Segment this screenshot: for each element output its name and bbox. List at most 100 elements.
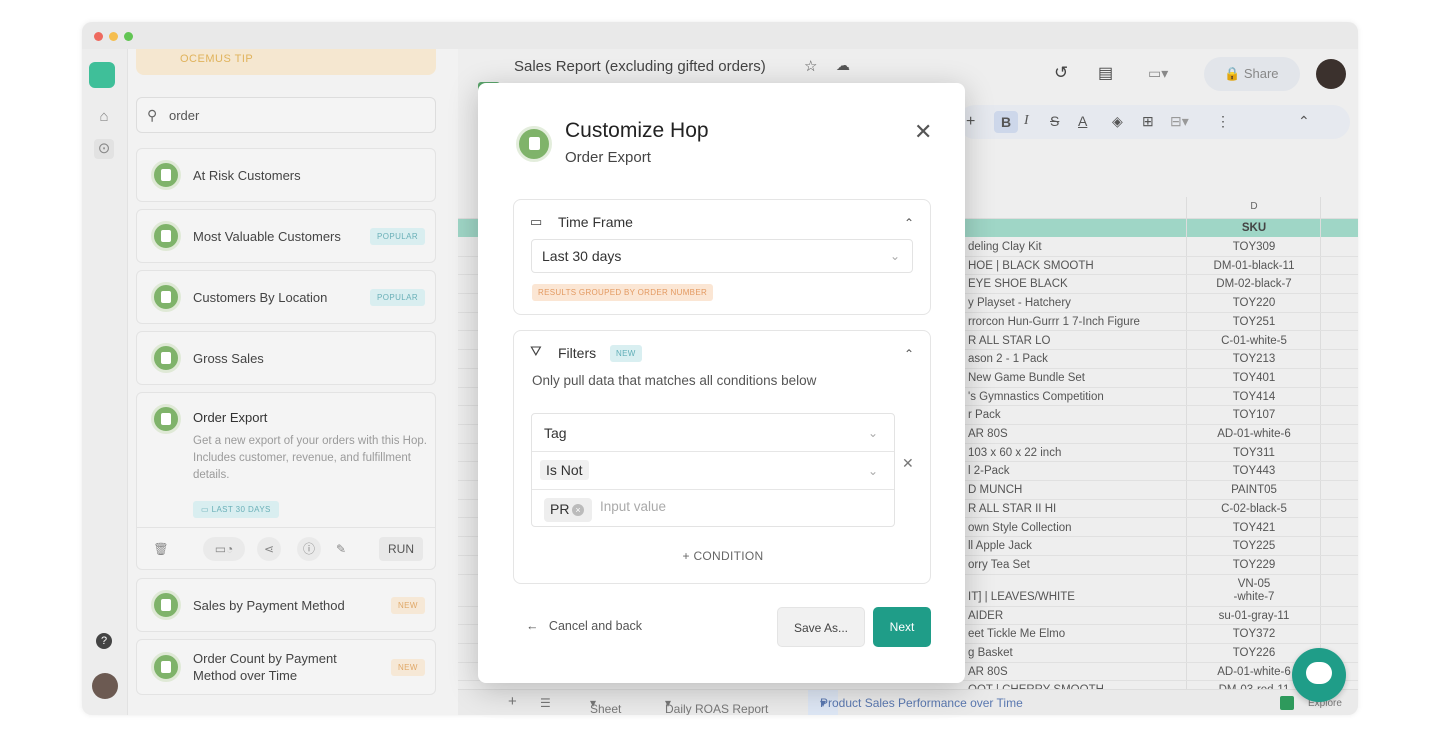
- merge-icon[interactable]: ⊟▾: [1170, 113, 1189, 130]
- add-sheet-icon[interactable]: +: [508, 693, 517, 710]
- all-sheets-icon[interactable]: ☰: [540, 696, 551, 710]
- user-avatar[interactable]: [1316, 59, 1346, 89]
- product-name-cell[interactable]: ll Apple Jack: [968, 540, 1032, 552]
- chat-bubble-button[interactable]: [1292, 648, 1346, 702]
- sku-cell[interactable]: DM-02-black-7: [1188, 278, 1320, 291]
- avatar[interactable]: [92, 673, 118, 699]
- history-icon[interactable]: ↺: [1054, 63, 1068, 83]
- tag-chip[interactable]: PR ×: [544, 498, 592, 522]
- product-name-cell[interactable]: R ALL STAR II HI: [968, 503, 1056, 515]
- next-button[interactable]: Next: [873, 607, 931, 647]
- product-name-cell[interactable]: AR 80S: [968, 428, 1008, 440]
- italic-icon[interactable]: I: [1024, 113, 1029, 129]
- share-icon[interactable]: ⋖: [257, 537, 281, 561]
- borders-icon[interactable]: ⊞: [1142, 113, 1154, 130]
- fill-color-icon[interactable]: ◈: [1112, 113, 1123, 130]
- run-button[interactable]: RUN: [379, 537, 423, 561]
- search-input[interactable]: ⚲ order: [136, 97, 436, 133]
- product-name-cell[interactable]: deling Clay Kit: [968, 241, 1042, 253]
- schedule-button[interactable]: ▭◔: [203, 537, 245, 561]
- time-frame-select[interactable]: Last 30 days ⌄: [531, 239, 913, 273]
- sku-cell[interactable]: TOY225: [1188, 540, 1320, 553]
- sku-cell[interactable]: TOY414: [1188, 391, 1320, 404]
- sku-cell[interactable]: AD-01-white-6: [1188, 428, 1320, 441]
- product-name-cell[interactable]: IT] | LEAVES/WHITE: [968, 591, 1075, 603]
- share-button[interactable]: 🔒 Share: [1204, 57, 1300, 91]
- cancel-back-button[interactable]: ← Cancel and back: [526, 619, 642, 633]
- product-name-cell[interactable]: y Playset - Hatchery: [968, 297, 1071, 309]
- condition-field-select[interactable]: Tag ⌄: [532, 414, 894, 452]
- remove-chip-icon[interactable]: ×: [572, 504, 584, 516]
- info-icon[interactable]: ⓘ: [297, 537, 321, 561]
- trash-icon[interactable]: 🗑: [151, 537, 171, 561]
- product-name-cell[interactable]: AIDER: [968, 610, 1003, 622]
- hop-card-at-risk[interactable]: At Risk Customers: [136, 148, 436, 202]
- product-name-cell[interactable]: l 2-Pack: [968, 465, 1010, 477]
- sku-cell[interactable]: TOY372: [1188, 628, 1320, 641]
- chevron-up-icon[interactable]: ⌃: [904, 216, 914, 230]
- product-name-cell[interactable]: HOE | BLACK SMOOTH: [968, 260, 1094, 272]
- sku-cell[interactable]: PAINT05: [1188, 484, 1320, 497]
- strikethrough-icon[interactable]: S: [1050, 113, 1059, 129]
- save-as-button[interactable]: Save As...: [777, 607, 865, 647]
- sku-cell[interactable]: TOY309: [1188, 241, 1320, 254]
- hop-card-gross-sales[interactable]: Gross Sales: [136, 331, 436, 385]
- sku-cell[interactable]: TOY229: [1188, 559, 1320, 572]
- text-color-icon[interactable]: A: [1078, 113, 1087, 129]
- product-name-cell[interactable]: New Game Bundle Set: [968, 372, 1085, 384]
- add-icon[interactable]: +: [966, 113, 975, 131]
- sku-cell[interactable]: su-01-gray-11: [1188, 610, 1320, 623]
- explore-icon[interactable]: [1280, 696, 1294, 710]
- document-title[interactable]: Sales Report (excluding gifted orders): [514, 58, 766, 75]
- product-name-cell[interactable]: eet Tickle Me Elmo: [968, 628, 1065, 640]
- help-icon[interactable]: ?: [96, 633, 112, 649]
- remove-condition-icon[interactable]: ✕: [902, 455, 914, 472]
- zoom-window-dot[interactable]: [124, 32, 133, 41]
- pin-icon[interactable]: ✎: [331, 537, 351, 561]
- product-name-cell[interactable]: orry Tea Set: [968, 559, 1030, 571]
- minimize-window-dot[interactable]: [109, 32, 118, 41]
- add-condition-button[interactable]: + CONDITION: [514, 549, 932, 563]
- chevron-up-icon[interactable]: ⌃: [904, 347, 914, 361]
- sku-cell[interactable]: VN-05 -white-7: [1188, 578, 1320, 604]
- product-name-cell[interactable]: AR 80S: [968, 666, 1008, 678]
- hop-card-customers-location[interactable]: Customers By Location POPULAR: [136, 270, 436, 324]
- sku-cell[interactable]: TOY311: [1188, 447, 1320, 460]
- tab-daily-roas[interactable]: Daily ROAS Report ▾: [665, 696, 768, 715]
- video-icon[interactable]: ▭▾: [1148, 65, 1168, 82]
- sku-cell[interactable]: TOY421: [1188, 522, 1320, 535]
- tab-product-sales[interactable]: Product Sales Performance over Time ▾: [808, 690, 1023, 715]
- sku-cell[interactable]: TOY220: [1188, 297, 1320, 310]
- collapse-toolbar-icon[interactable]: ⌃: [1298, 113, 1310, 130]
- sku-cell[interactable]: C-02-black-5: [1188, 503, 1320, 516]
- condition-operator-select[interactable]: Is Not ⌄: [532, 452, 894, 490]
- sku-cell[interactable]: TOY213: [1188, 353, 1320, 366]
- product-name-cell[interactable]: rrorcon Hun-Gurrr 1 7-Inch Figure: [968, 316, 1140, 328]
- tab-sheet[interactable]: Sheet ▾: [590, 696, 621, 715]
- more-icon[interactable]: ⋮: [1216, 113, 1230, 130]
- product-name-cell[interactable]: D MUNCH: [968, 484, 1022, 496]
- home-icon[interactable]: ⌂: [94, 107, 114, 127]
- comment-icon[interactable]: ▤: [1098, 63, 1113, 83]
- product-name-cell[interactable]: 103 x 60 x 22 inch: [968, 447, 1061, 459]
- star-icon[interactable]: ☆: [804, 57, 817, 75]
- sku-cell[interactable]: TOY443: [1188, 465, 1320, 478]
- product-name-cell[interactable]: R ALL STAR LO: [968, 335, 1050, 347]
- product-name-cell[interactable]: own Style Collection: [968, 522, 1072, 534]
- bold-icon[interactable]: B: [994, 111, 1018, 133]
- app-logo[interactable]: [89, 62, 115, 88]
- product-name-cell[interactable]: EYE SHOE BLACK: [968, 278, 1068, 290]
- sku-cell[interactable]: TOY401: [1188, 372, 1320, 385]
- sku-cell[interactable]: C-01-white-5: [1188, 335, 1320, 348]
- hop-card-sales-payment[interactable]: Sales by Payment Method NEW: [136, 578, 436, 632]
- hop-card-order-count-payment[interactable]: Order Count by Payment Method over Time …: [136, 639, 436, 695]
- close-window-dot[interactable]: [94, 32, 103, 41]
- hop-card-order-export[interactable]: Order Export Get a new export of your or…: [136, 392, 436, 570]
- product-name-cell[interactable]: 's Gymnastics Competition: [968, 391, 1104, 403]
- sku-cell[interactable]: DM-01-black-11: [1188, 260, 1320, 273]
- play-icon[interactable]: ⊙: [94, 139, 114, 159]
- product-name-cell[interactable]: r Pack: [968, 409, 1001, 421]
- sku-cell[interactable]: TOY107: [1188, 409, 1320, 422]
- sku-cell[interactable]: TOY251: [1188, 316, 1320, 329]
- hop-card-most-valuable[interactable]: Most Valuable Customers POPULAR: [136, 209, 436, 263]
